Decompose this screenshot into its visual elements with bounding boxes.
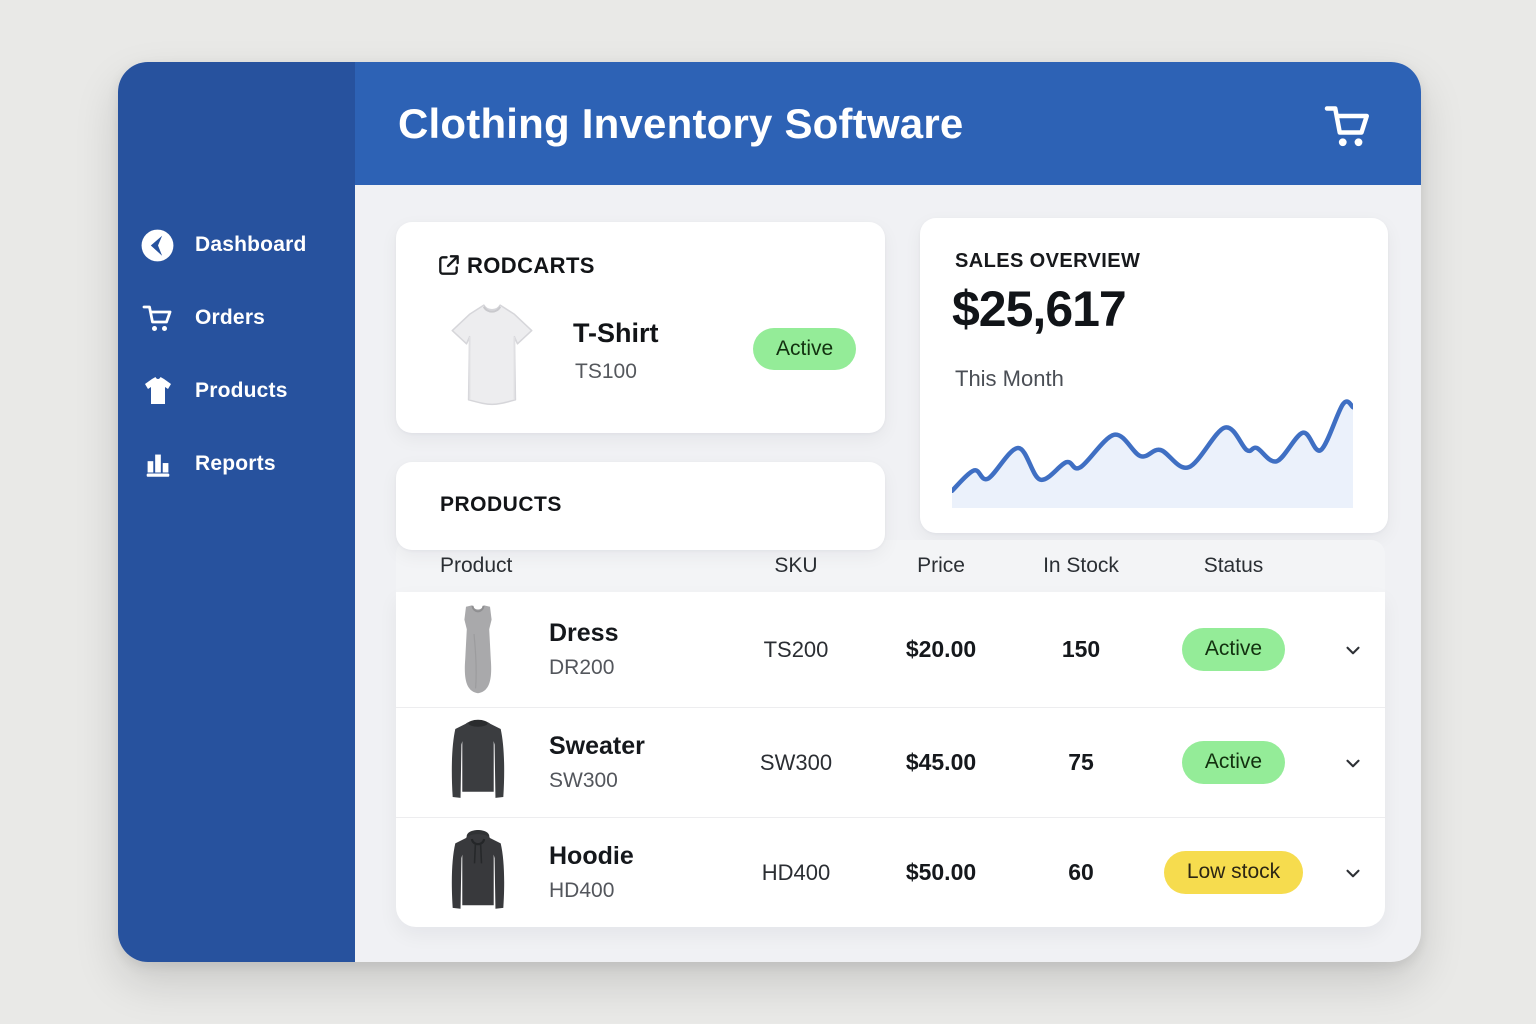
price-cell: $45.00 — [905, 749, 977, 775]
column-header-sku: SKU — [774, 554, 818, 577]
app-title: Clothing Inventory Software — [398, 99, 964, 147]
brand-row: RODCARTS — [435, 252, 595, 279]
cart-icon — [1324, 106, 1369, 147]
product-name: Hoodie — [549, 842, 634, 870]
product-code: DR200 — [549, 656, 615, 679]
stock-cell: 60 — [1068, 859, 1094, 885]
app-header: Clothing Inventory Software — [355, 62, 1421, 185]
sales-period: This Month — [955, 366, 1064, 391]
column-header-product: Product — [440, 554, 513, 577]
sales-overview-card: SALES OVERVIEW $25,617 This Month — [920, 218, 1388, 533]
sidebar-nav: Dashboard Orders Products Reports — [118, 225, 355, 484]
bar-chart-icon — [139, 446, 176, 483]
table-row[interactable]: Sweater SW300 SW300 $45.00 75 Active — [396, 707, 1385, 817]
sales-line-chart — [952, 399, 1353, 508]
cart-button[interactable] — [1319, 96, 1377, 154]
arrow-box-icon — [439, 255, 459, 275]
sales-overview-title: SALES OVERVIEW — [955, 250, 1141, 272]
status-cell: Active — [1146, 741, 1321, 784]
price-cell: $50.00 — [905, 859, 977, 885]
stock-cell: 150 — [1061, 636, 1101, 662]
sidebar-item-reports[interactable]: Reports — [118, 444, 355, 484]
brand-name: RODCARTS — [467, 252, 595, 278]
hoodie-image — [451, 829, 505, 909]
chevron-down-icon — [1346, 869, 1360, 877]
app-window: Clothing Inventory Software Dashboard Or… — [118, 62, 1421, 962]
product-name-block: Hoodie HD400 — [549, 842, 634, 903]
products-card-header: PRODUCTS — [396, 462, 885, 550]
white-t-shirt-image — [451, 304, 533, 406]
products-title: PRODUCTS — [440, 493, 562, 516]
chevron-down-icon — [1346, 759, 1360, 767]
column-header-status: Status — [1203, 554, 1264, 577]
dress-image — [464, 604, 492, 693]
featured-product-card: RODCARTS T-Shirt TS100 Active — [396, 222, 885, 433]
sales-amount: $25,617 — [952, 281, 1127, 337]
sidebar-item-label: Orders — [195, 306, 266, 329]
product-name: Sweater — [549, 732, 645, 760]
product-name-block: Dress DR200 — [549, 619, 619, 680]
chevron-down-icon — [1346, 646, 1360, 654]
product-cell: Dress DR200 — [396, 602, 726, 698]
status-badge: Active — [753, 328, 857, 371]
product-code: HD400 — [549, 879, 615, 902]
featured-product-sku: TS100 — [575, 360, 637, 383]
cart-icon — [139, 300, 176, 337]
t-shirt-icon — [139, 373, 176, 410]
column-header-in-stock: In Stock — [1043, 554, 1119, 577]
sidebar-item-orders[interactable]: Orders — [118, 298, 355, 338]
product-cell: Sweater SW300 — [396, 715, 726, 811]
dashboard-clock-icon — [139, 227, 176, 264]
product-code: SW300 — [549, 769, 618, 792]
status-cell: Active — [1146, 628, 1321, 671]
status-badge: Low stock — [1163, 851, 1304, 894]
row-expand-button[interactable] — [1321, 752, 1385, 774]
column-header-price: Price — [917, 554, 965, 577]
sidebar-item-label: Products — [195, 379, 288, 402]
sku-cell: HD400 — [761, 859, 831, 885]
products-table: Product SKU Price In Stock Status Dress — [396, 540, 1385, 927]
sidebar-item-label: Reports — [195, 452, 276, 475]
sidebar-item-dashboard[interactable]: Dashboard — [118, 225, 355, 265]
price-cell: $20.00 — [905, 636, 977, 662]
product-name: Dress — [549, 619, 619, 647]
product-cell: Hoodie HD400 — [396, 825, 726, 921]
table-row[interactable]: Dress DR200 TS200 $20.00 150 Active — [396, 592, 1385, 707]
status-badge: Active — [1181, 741, 1286, 784]
sidebar-item-products[interactable]: Products — [118, 371, 355, 411]
sidebar: Dashboard Orders Products Reports — [118, 62, 355, 962]
status-cell: Low stock — [1146, 851, 1321, 894]
row-expand-button[interactable] — [1321, 862, 1385, 884]
product-name-block: Sweater SW300 — [549, 732, 645, 793]
sweater-image — [451, 719, 505, 798]
featured-product-name: T-Shirt — [573, 318, 659, 348]
sidebar-item-label: Dashboard — [195, 233, 307, 256]
table-row[interactable]: Hoodie HD400 HD400 $50.00 60 Low stock — [396, 817, 1385, 927]
sku-cell: TS200 — [763, 636, 829, 662]
stock-cell: 75 — [1068, 749, 1094, 775]
table-body: Dress DR200 TS200 $20.00 150 Active Swea… — [396, 592, 1385, 927]
status-badge: Active — [1181, 628, 1286, 671]
row-expand-button[interactable] — [1321, 639, 1385, 661]
sku-cell: SW300 — [759, 749, 833, 775]
